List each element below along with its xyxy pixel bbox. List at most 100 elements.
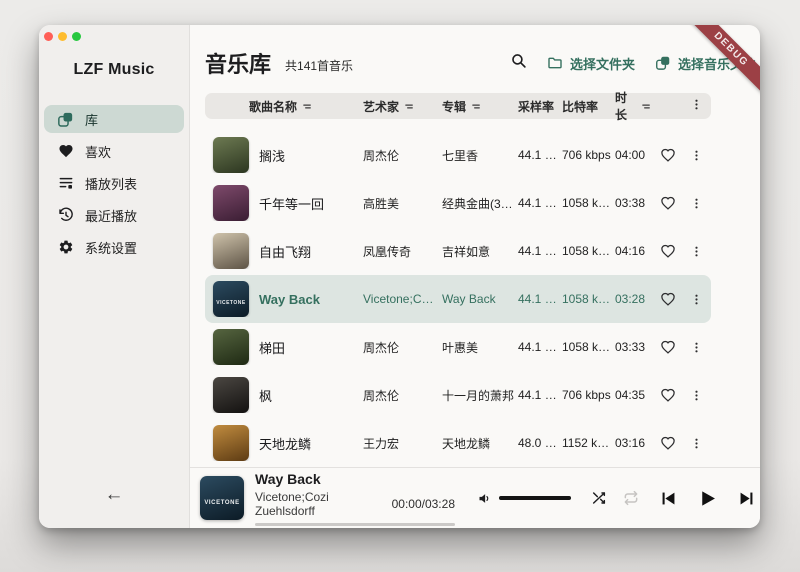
song-title: 自由飞翔 [259,242,311,261]
table-row[interactable]: 千年等一回 高胜美 经典金曲(3)如果... 44.1 kHz 1058 kbp… [205,179,711,227]
song-title: 枫 [259,386,272,405]
song-album: 十一月的萧邦 [442,387,518,404]
library-icon [655,55,671,71]
column-header-sample-rate: 采样率 [518,98,562,115]
volume-icon[interactable] [477,491,492,506]
sort-icon [302,101,313,112]
song-sample-rate: 44.1 kHz [518,148,562,162]
table-row[interactable]: VICETONE Way Back Vicetone;Cozi Zuehlsdo… [205,275,711,323]
app-window: LZF Music 库 喜欢 播放列表 最近播放 系统设置 ← 音乐库 共141… [39,25,760,528]
repeat-button[interactable] [623,490,639,506]
song-artist: 王力宏 [363,435,442,452]
table-row[interactable]: 天地龙鳞 王力宏 天地龙鳞 48.0 kHz 1152 kbps 03:16 [205,419,711,467]
favorite-button[interactable] [652,147,683,163]
favorite-button[interactable] [652,435,683,451]
sidebar-item-library[interactable]: 库 [44,105,184,133]
minimize-window-button[interactable] [58,32,67,41]
choose-folder-label: 选择文件夹 [570,54,635,73]
library-icon [57,111,74,128]
song-bitrate: 706 kbps [562,388,615,402]
heart-outline-icon [660,243,676,259]
more-vertical-icon [690,245,703,258]
choose-folder-button[interactable]: 选择文件夹 [547,54,635,73]
zoom-window-button[interactable] [72,32,81,41]
song-duration: 04:16 [615,244,652,258]
choose-music-button[interactable]: 选择音乐文件 [655,54,756,73]
song-table: 歌曲名称 艺术家 专辑 采样率 比特率 时长 [190,79,760,467]
volume-slider[interactable] [499,496,571,500]
sidebar-item-playlists[interactable]: 播放列表 [44,169,184,197]
sidebar-item-label: 喜欢 [85,142,111,161]
row-menu-button[interactable] [683,197,710,210]
song-artist: 凤凰传奇 [363,243,442,260]
previous-track-button[interactable] [659,489,678,508]
row-menu-button[interactable] [683,245,710,258]
column-header-name[interactable]: 歌曲名称 [205,98,363,115]
song-title: 梯田 [259,338,285,357]
column-label: 比特率 [562,98,598,115]
close-window-button[interactable] [44,32,53,41]
sort-icon [471,101,482,112]
song-duration: 03:38 [615,196,652,210]
sidebar-item-favorites[interactable]: 喜欢 [44,137,184,165]
choose-music-label: 选择音乐文件 [678,54,756,73]
table-menu-button[interactable] [683,98,710,114]
song-sample-rate: 44.1 kHz [518,196,562,210]
next-icon [737,489,756,508]
more-vertical-icon [690,197,703,210]
sidebar-nav: 库 喜欢 播放列表 最近播放 系统设置 [39,105,189,261]
sidebar-item-settings[interactable]: 系统设置 [44,233,184,261]
shuffle-button[interactable] [591,490,607,506]
sidebar-item-recent[interactable]: 最近播放 [44,201,184,229]
row-menu-button[interactable] [683,293,710,306]
song-title: Way Back [259,292,320,307]
heart-outline-icon [660,435,676,451]
song-sample-rate: 44.1 kHz [518,340,562,354]
next-track-button[interactable] [737,489,756,508]
row-menu-button[interactable] [683,437,710,450]
album-art [213,425,249,461]
favorite-button[interactable] [652,243,683,259]
album-art [213,137,249,173]
heart-icon [57,143,74,160]
column-header-album[interactable]: 专辑 [442,98,518,115]
search-button[interactable] [510,52,527,74]
progress-bar[interactable] [255,523,455,526]
column-header-artist[interactable]: 艺术家 [363,98,442,115]
song-bitrate: 1058 kbps [562,244,615,258]
main-header: 音乐库 共141首音乐 选择文件夹 [190,25,760,79]
row-menu-button[interactable] [683,149,710,162]
heart-outline-icon [660,387,676,403]
table-row[interactable]: 枫 周杰伦 十一月的萧邦 44.1 kHz 706 kbps 04:35 [205,371,711,419]
more-vertical-icon [690,341,703,354]
row-menu-button[interactable] [683,341,710,354]
song-artist: 周杰伦 [363,387,442,404]
sidebar-item-label: 系统设置 [85,238,137,257]
table-row[interactable]: 梯田 周杰伦 叶惠美 44.1 kHz 1058 kbps 03:33 [205,323,711,371]
table-header-row: 歌曲名称 艺术家 专辑 采样率 比特率 时长 [205,93,711,119]
play-button[interactable] [697,488,718,509]
table-row[interactable]: 搁浅 周杰伦 七里香 44.1 kHz 706 kbps 04:00 [205,131,711,179]
song-album: 吉祥如意 [442,243,518,260]
app-title: LZF Music [39,61,189,79]
song-duration: 03:16 [615,436,652,450]
favorite-button[interactable] [652,195,683,211]
table-row[interactable]: 自由飞翔 凤凰传奇 吉祥如意 44.1 kHz 1058 kbps 04:16 [205,227,711,275]
sort-icon [641,101,652,112]
song-title: 搁浅 [259,146,285,165]
previous-icon [659,489,678,508]
art-label: VICETONE [216,300,245,306]
collapse-sidebar-button[interactable]: ← [39,484,189,506]
album-art [213,185,249,221]
favorite-button[interactable] [652,387,683,403]
more-vertical-icon [690,149,703,162]
favorite-button[interactable] [652,291,683,307]
column-label: 时长 [615,89,633,123]
song-artist: 高胜美 [363,195,442,212]
history-icon [57,207,74,224]
column-header-duration[interactable]: 时长 [615,89,652,123]
song-album: Way Back [442,292,518,306]
song-artist: Vicetone;Cozi Zuehlsdorff [363,292,442,306]
favorite-button[interactable] [652,339,683,355]
row-menu-button[interactable] [683,389,710,402]
